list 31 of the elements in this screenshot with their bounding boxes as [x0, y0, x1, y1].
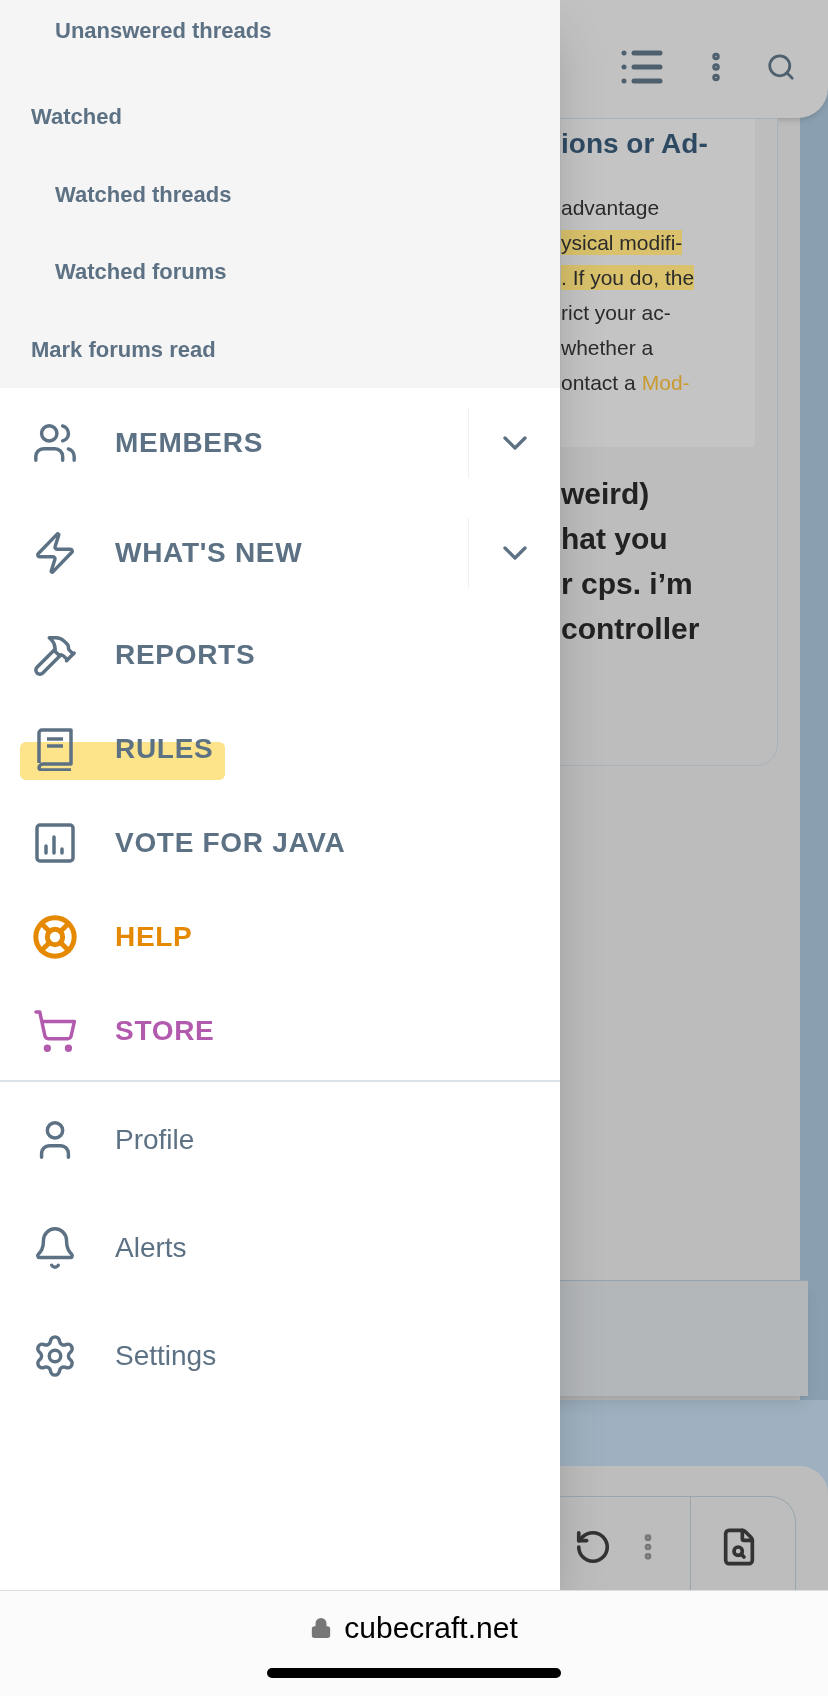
rule-text-line: ontact a	[561, 370, 636, 395]
account-link[interactable]: Profile	[115, 1119, 195, 1161]
nav-link[interactable]: VOTE FOR JAVA	[115, 822, 346, 864]
menu-link[interactable]: Mark forums read	[31, 332, 216, 366]
nav-link[interactable]: REPORTS	[115, 634, 256, 676]
rule-text-line: rict your ac-	[561, 300, 671, 325]
cart-icon	[32, 1008, 78, 1054]
nav-link[interactable]: MEMBERS	[115, 422, 264, 464]
lifebuoy-icon	[32, 914, 78, 960]
book-icon	[35, 727, 75, 771]
nav-link[interactable]: RULES	[115, 728, 214, 770]
menu-link[interactable]: Unanswered threads	[55, 14, 272, 47]
rules-heading: ions or Ad-	[561, 127, 709, 161]
post-text-line: weird)	[561, 476, 651, 512]
post-text-line: r cps. i’m	[561, 566, 694, 602]
account-link[interactable]: Settings	[115, 1335, 217, 1377]
rule-text-line: whether a	[561, 335, 654, 360]
nav-link[interactable]: WHAT'S NEW	[115, 532, 303, 574]
post-text-line: hat you	[561, 521, 669, 557]
lock-icon	[310, 1616, 333, 1639]
url-text[interactable]: cubecraft.net	[344, 1605, 518, 1650]
menu-link[interactable]: Watched threads	[55, 177, 232, 211]
nav-link[interactable]: HELP	[115, 916, 193, 958]
menu-link[interactable]: Watched forums	[55, 255, 227, 289]
account-link[interactable]: Alerts	[115, 1227, 187, 1269]
nav-link[interactable]: STORE	[115, 1010, 215, 1052]
menu-link[interactable]: Watched	[31, 100, 122, 134]
post-text-line: controller	[561, 611, 701, 647]
chart-icon	[35, 823, 75, 863]
search-icon[interactable]	[766, 52, 796, 82]
rule-text-line: advantage	[561, 195, 660, 220]
